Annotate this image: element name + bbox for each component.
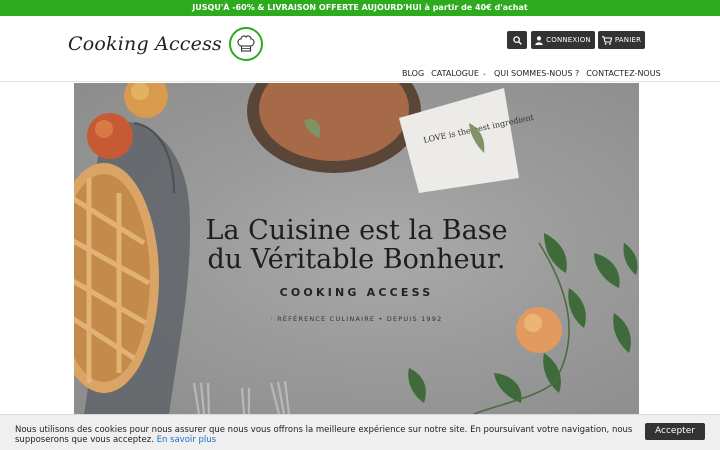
nav-item-contact[interactable]: CONTACTEZ-NOUS (586, 69, 660, 78)
search-icon (512, 35, 522, 45)
chevron-down-icon: ⌄ (481, 70, 487, 77)
cookie-message: Nous utilisons des cookies pour nous ass… (15, 425, 635, 445)
nav-label: CATALOGUE (431, 69, 479, 78)
nav-label: CONTACTEZ-NOUS (586, 69, 661, 78)
nav-item-about[interactable]: QUI SOMMES-NOUS ? (494, 69, 579, 78)
search-button[interactable] (507, 31, 527, 49)
login-button[interactable]: CONNEXION (531, 31, 595, 49)
cookie-accept-button[interactable]: Accepter (645, 423, 705, 440)
user-icon (535, 35, 543, 45)
logo-text: Cooking Access (68, 33, 222, 55)
site-logo[interactable]: Cooking Access (68, 25, 263, 63)
promo-banner: JUSQU'À -60% & LIVRAISON OFFERTE AUJOURD… (0, 0, 720, 16)
nav-label: BLOG (402, 69, 425, 78)
login-label: CONNEXION (546, 36, 591, 44)
site-header: Cooking Access CONNEXION PANIER BLOG CAT… (0, 16, 720, 82)
hero-title-line1: La Cuisine est la Base (205, 215, 508, 246)
hero-banner: LOVE is the best ingredient La Cuisine e… (74, 83, 639, 414)
chef-hat-icon (229, 27, 263, 61)
cookie-learn-more-link[interactable]: En savoir plus (157, 435, 216, 445)
cookie-text: Nous utilisons des cookies pour nous ass… (15, 425, 633, 445)
hero-brand: COOKING ACCESS (279, 286, 434, 299)
nav-item-blog[interactable]: BLOG (402, 69, 424, 78)
hero-title-line2: du Véritable Bonheur. (207, 244, 506, 275)
cart-label: PANIER (614, 36, 642, 44)
nav-item-catalogue[interactable]: CATALOGUE ⌄ (431, 69, 487, 78)
hero-tagline: · RÉFÉRENCE CULINAIRE • DEPUIS 1992 (270, 315, 443, 323)
cart-icon (601, 35, 612, 45)
cart-button[interactable]: PANIER (598, 31, 645, 49)
main-nav: BLOG CATALOGUE ⌄ QUI SOMMES-NOUS ? CONTAC… (402, 69, 661, 78)
promo-text: JUSQU'À -60% & LIVRAISON OFFERTE AUJOURD… (192, 3, 528, 12)
nav-label: QUI SOMMES-NOUS ? (493, 69, 580, 78)
cookie-banner: Nous utilisons des cookies pour nous ass… (0, 414, 720, 450)
